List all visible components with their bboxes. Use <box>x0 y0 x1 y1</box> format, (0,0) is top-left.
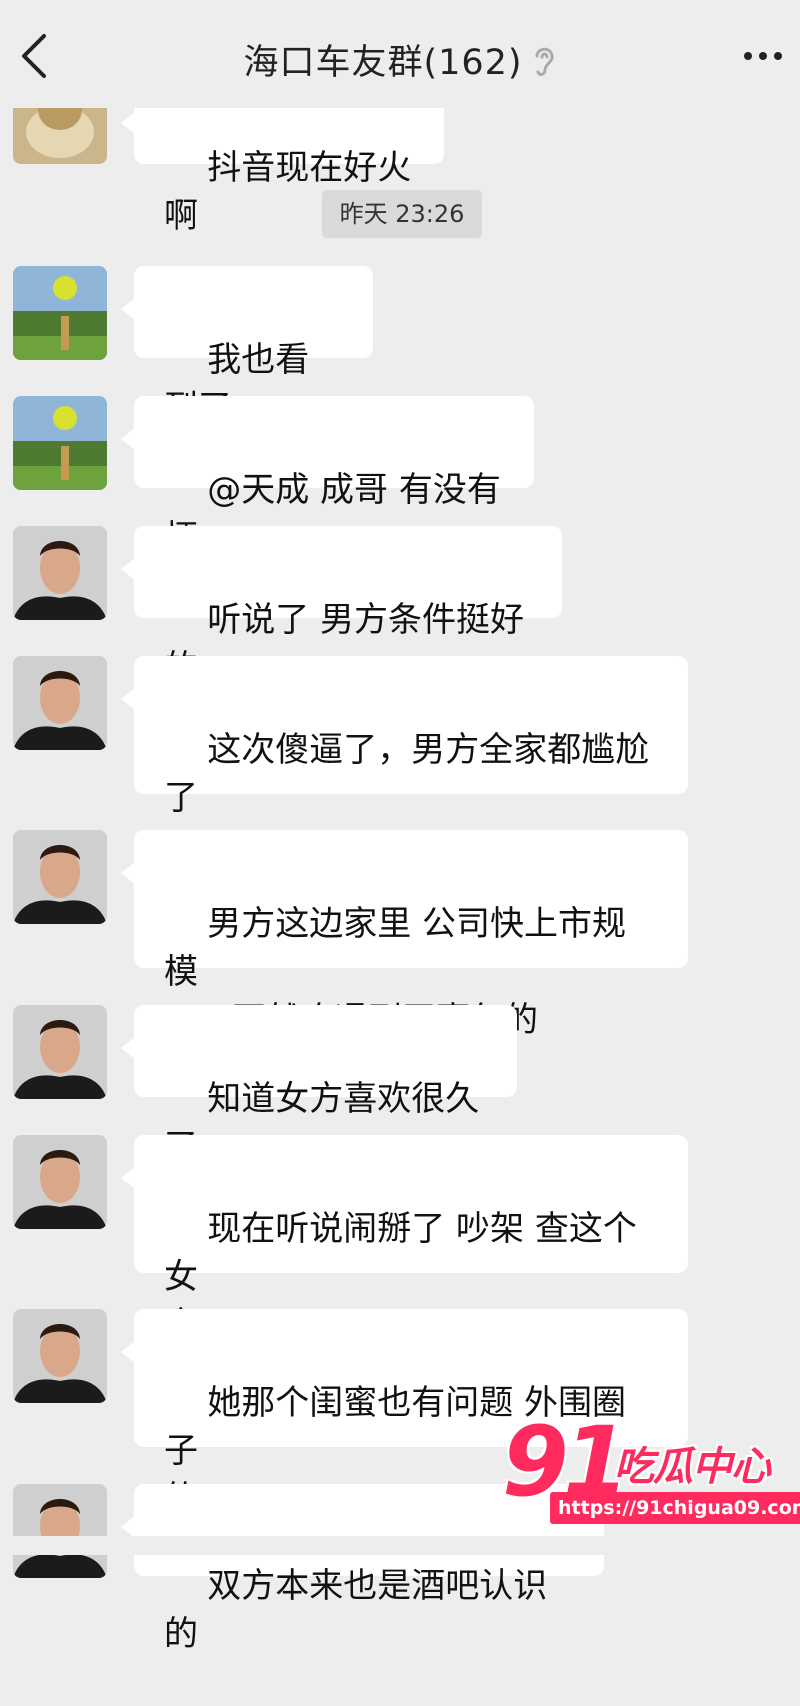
chat-title-text: 海口车友群(162) <box>243 43 523 83</box>
ear-icon <box>531 44 557 87</box>
message-bubble[interactable]: 听说了 男方条件挺好的 <box>121 526 562 688</box>
avatar-man[interactable] <box>13 1005 107 1099</box>
message-bubble[interactable]: 男方这边家里 公司快上市规模 了，不然咋遇到王嘉尔的 <box>121 830 688 1040</box>
message-text: 双方本来也是酒吧认识的 <box>164 1566 548 1654</box>
chat-title: 海口车友群(162) <box>0 34 800 87</box>
avatar-field[interactable] <box>13 266 107 360</box>
avatar-man[interactable] <box>13 656 107 750</box>
message-bubble[interactable]: @天成 成哥 有没有梗 <box>121 396 534 558</box>
more-dot <box>744 52 752 60</box>
avatar-man[interactable] <box>13 830 107 924</box>
more-dot <box>774 52 782 60</box>
chat-header: 海口车友群(162) <box>0 0 800 108</box>
avatar-field[interactable] <box>13 396 107 490</box>
message-text: 这次傻逼了，男方全家都尴尬 了 <box>164 730 650 818</box>
avatar-man[interactable] <box>13 1309 107 1403</box>
watermark: 91 吃瓜中心 https://91chigua09.com <box>502 1412 800 1532</box>
message-bubble[interactable]: 这次傻逼了，男方全家都尴尬 了 <box>121 656 688 818</box>
message-bubble[interactable]: 知道女方喜欢很久了 <box>121 1005 517 1167</box>
more-options-button[interactable] <box>744 48 788 64</box>
watermark-url: https://91chigua09.com <box>550 1492 800 1524</box>
avatar-man[interactable] <box>13 526 107 620</box>
message-bubble[interactable]: 现在听说闹掰了 吵架 查这个女 方 <box>121 1135 688 1345</box>
avatar-man[interactable] <box>13 1484 107 1578</box>
avatar-man[interactable] <box>13 1135 107 1229</box>
more-dot <box>759 52 767 60</box>
watermark-name: 吃瓜中心 <box>614 1444 771 1490</box>
timestamp-label: 昨天 23:26 <box>322 190 482 238</box>
message-bubble[interactable]: 我也看到了 <box>121 266 373 428</box>
bottom-edge <box>0 1536 800 1555</box>
